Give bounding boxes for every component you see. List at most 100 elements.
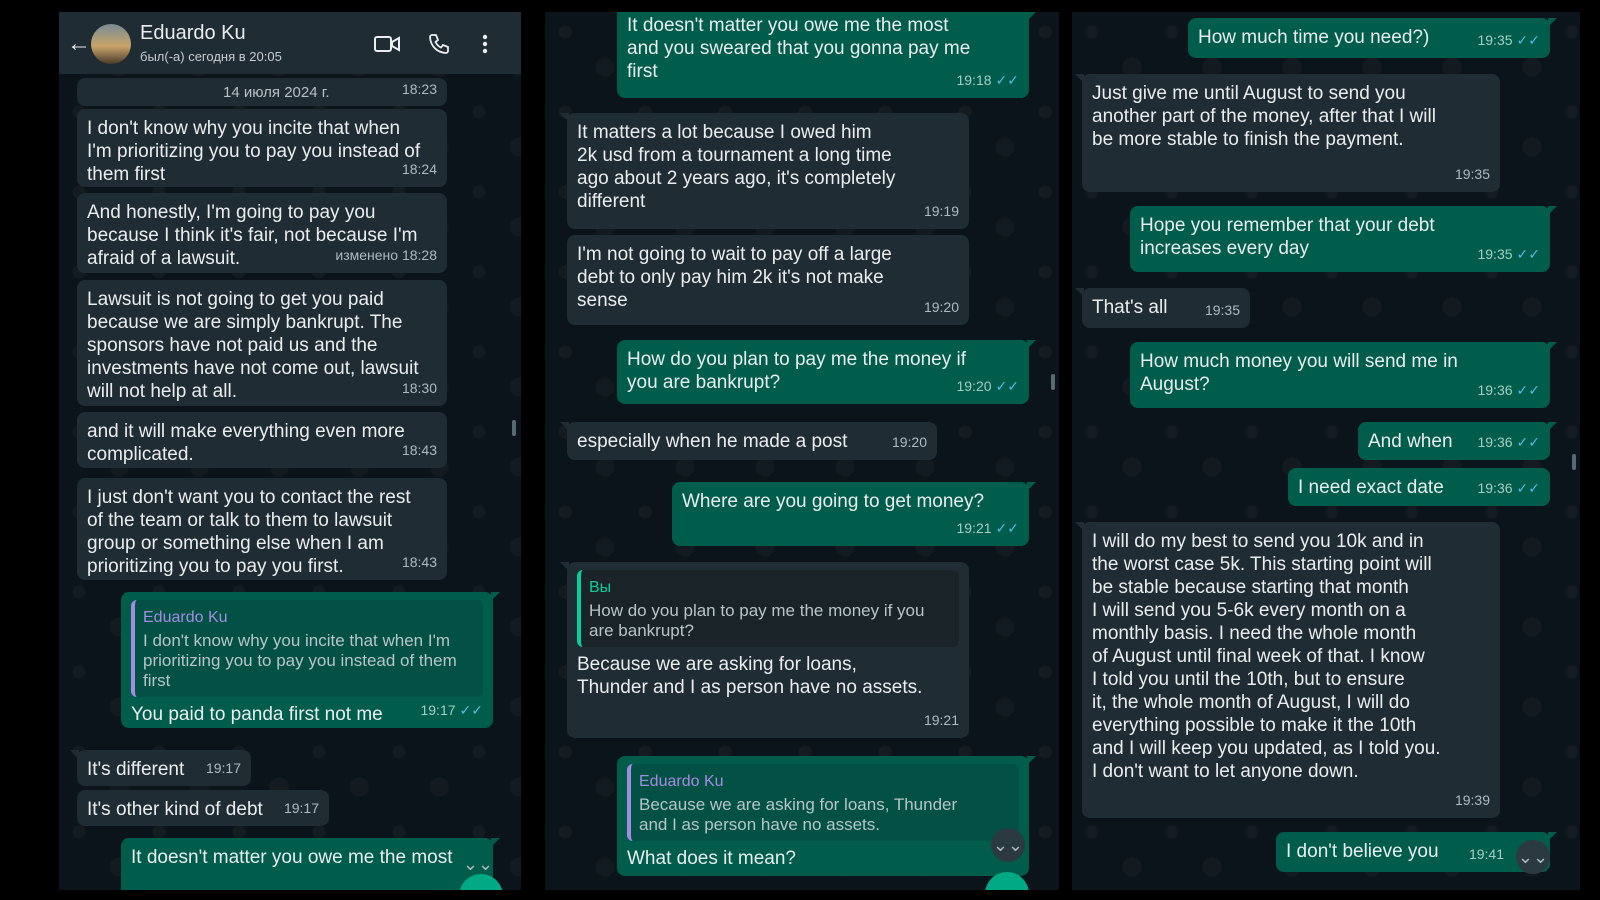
message-outgoing-reply[interactable]: Eduardo Ku Because we are asking for loa… xyxy=(617,756,1036,876)
message-incoming[interactable]: especially when he made a post 19:20 xyxy=(560,422,937,460)
quote-author: Eduardo Ku xyxy=(639,773,724,790)
message-time: 19:36 ✓✓ xyxy=(1477,480,1540,496)
read-ticks-icon: ✓✓ xyxy=(995,72,1019,88)
chat-panel-2: It doesn't matter you owe me the most an… xyxy=(545,12,1059,890)
message-incoming[interactable]: Lawsuit is not going to get you paid bec… xyxy=(77,280,447,406)
quoted-message[interactable]: Вы How do you plan to pay me the money i… xyxy=(577,570,959,647)
message-text: I just don't want you to contact the res… xyxy=(87,487,411,577)
read-ticks-icon: ✓✓ xyxy=(1516,434,1540,450)
message-outgoing[interactable]: It doesn't matter you owe me the most an… xyxy=(617,12,1036,98)
quote-text: Because we are asking for loans, Thunder… xyxy=(639,795,958,834)
read-ticks-icon: ✓✓ xyxy=(1516,382,1540,398)
message-time: 19:20 xyxy=(923,299,959,315)
message-incoming[interactable]: I'm not going to wait to pay off a large… xyxy=(567,235,969,325)
message-time: 19:18 ✓✓ xyxy=(956,72,1019,88)
message-outgoing[interactable]: Where are you going to get money? 19:21 ✓… xyxy=(672,482,1036,546)
message-incoming[interactable]: I will do my best to send you 10k and in… xyxy=(1075,522,1500,818)
message-time: 19:39 xyxy=(1454,792,1490,808)
message-time: 18:43 xyxy=(401,442,437,458)
message-incoming[interactable]: I don't know why you incite that when I'… xyxy=(77,109,447,187)
chat-panel-1: ← Eduardo Ku был(-а) сегодня в 20:05 14 … xyxy=(59,12,521,890)
message-time: 19:41 xyxy=(1468,846,1504,862)
message-outgoing[interactable]: It doesn't matter you owe me the most xyxy=(121,838,500,890)
message-time: 18:43 xyxy=(401,554,437,570)
scroll-down-icon[interactable]: ⌄⌄ xyxy=(991,828,1025,862)
message-time: 19:20 xyxy=(891,434,927,450)
quote-text: How do you plan to pay me the money if y… xyxy=(589,601,925,640)
scrollbar[interactable] xyxy=(1051,374,1055,390)
avatar[interactable] xyxy=(91,24,131,64)
message-text: It matters a lot because I owed him 2k u… xyxy=(577,122,896,212)
message-incoming[interactable]: I just don't want you to contact the res… xyxy=(77,478,447,580)
message-text: It doesn't matter you owe me the most xyxy=(131,847,453,868)
quote-text: I don't know why you incite that when I'… xyxy=(143,631,457,690)
scrollbar[interactable] xyxy=(512,420,516,436)
message-time: 19:17 xyxy=(283,800,319,816)
read-ticks-icon: ✓✓ xyxy=(995,520,1019,536)
message-time: 19:36 ✓✓ xyxy=(1477,382,1540,398)
message-time: 19:35 xyxy=(1454,166,1490,182)
message-time: 19:35 ✓✓ xyxy=(1477,32,1540,48)
message-incoming[interactable]: That's all 19:35 xyxy=(1075,288,1250,328)
arrow-left-icon[interactable]: ← xyxy=(67,30,91,58)
message-text: Lawsuit is not going to get you paid bec… xyxy=(87,289,419,402)
contact-name[interactable]: Eduardo Ku xyxy=(140,22,246,45)
message-text: What does it mean? xyxy=(627,848,796,869)
message-outgoing-reply[interactable]: Eduardo Ku I don't know why you incite t… xyxy=(121,592,500,728)
message-incoming-reply[interactable]: Вы How do you plan to pay me the money i… xyxy=(560,562,969,738)
message-time: 18:24 xyxy=(401,161,437,177)
scrollbar[interactable] xyxy=(1572,454,1576,470)
message-text: Just give me until August to send you an… xyxy=(1092,83,1436,150)
message-time: 19:17 ✓✓ xyxy=(420,702,483,718)
quote-author: Вы xyxy=(589,579,612,596)
message-time: 19:36 ✓✓ xyxy=(1477,434,1540,450)
message-time: 19:20 ✓✓ xyxy=(956,378,1019,394)
message-outgoing[interactable]: How much money you will send me in Augus… xyxy=(1130,342,1557,408)
video-camera-icon[interactable] xyxy=(373,30,401,58)
message-text: I don't know why you incite that when I'… xyxy=(87,118,421,185)
read-ticks-icon: ✓✓ xyxy=(1516,246,1540,262)
read-ticks-icon: ✓✓ xyxy=(459,702,483,718)
message-outgoing[interactable]: And when 19:36 ✓✓ xyxy=(1358,422,1557,460)
message-text: Because we are asking for loans, Thunder… xyxy=(577,654,923,698)
message-text: and it will make everything even more co… xyxy=(87,421,405,465)
message-outgoing[interactable]: I don't believe you 19:41 xyxy=(1276,832,1557,872)
chat-panel-3: How much time you need?) 19:35 ✓✓ Just gi… xyxy=(1072,12,1580,890)
message-time: изменено 18:28 xyxy=(335,247,437,263)
message-time: 18:30 xyxy=(401,380,437,396)
read-ticks-icon: ✓✓ xyxy=(1516,32,1540,48)
message-text: I'm not going to wait to pay off a large… xyxy=(577,244,892,311)
date-separator-bubble: 14 июля 2024 г. 18:23 xyxy=(77,78,447,106)
message-time: 19:21 ✓✓ xyxy=(956,520,1019,536)
scroll-down-icon[interactable]: ⌄⌄ xyxy=(1516,840,1550,874)
last-seen-status: был(-а) сегодня в 20:05 xyxy=(140,49,282,64)
message-text: Where are you going to get money? xyxy=(682,491,985,512)
message-incoming[interactable]: It's other kind of debt 19:17 xyxy=(77,790,329,826)
message-incoming[interactable]: and it will make everything even more co… xyxy=(77,412,447,468)
message-text: especially when he made a post xyxy=(577,431,848,452)
message-outgoing[interactable]: How do you plan to pay me the money if y… xyxy=(617,340,1036,404)
message-text: I will do my best to send you 10k and in… xyxy=(1092,531,1441,782)
message-time: 18:23 xyxy=(401,81,437,97)
quote-author: Eduardo Ku xyxy=(143,609,228,626)
read-ticks-icon: ✓✓ xyxy=(1516,480,1540,496)
read-ticks-icon: ✓✓ xyxy=(995,378,1019,394)
message-outgoing[interactable]: Hope you remember that your debt increas… xyxy=(1130,206,1557,272)
phone-icon[interactable] xyxy=(425,30,453,58)
message-outgoing[interactable]: I need exact date 19:36 ✓✓ xyxy=(1288,468,1550,506)
chat-header: ← Eduardo Ku был(-а) сегодня в 20:05 xyxy=(59,12,521,74)
more-vertical-icon[interactable] xyxy=(471,30,499,58)
message-time: 19:35 ✓✓ xyxy=(1477,246,1540,262)
message-incoming[interactable]: It's different 19:17 xyxy=(70,750,251,786)
quoted-message[interactable]: Eduardo Ku I don't know why you incite t… xyxy=(131,600,483,697)
message-outgoing[interactable]: How much time you need?) 19:35 ✓✓ xyxy=(1188,18,1557,58)
message-time: 19:35 xyxy=(1204,302,1240,318)
message-incoming[interactable]: It matters a lot because I owed him 2k u… xyxy=(560,113,969,229)
message-time: 19:21 xyxy=(923,712,959,728)
message-incoming[interactable]: And honestly, I'm going to pay you becau… xyxy=(77,193,447,273)
date-chip: 14 июля 2024 г. xyxy=(223,84,330,101)
quoted-message[interactable]: Eduardo Ku Because we are asking for loa… xyxy=(627,764,1019,841)
message-time: 19:17 xyxy=(205,760,241,776)
message-incoming[interactable]: Just give me until August to send you an… xyxy=(1075,74,1500,192)
message-time: 19:19 xyxy=(923,203,959,219)
